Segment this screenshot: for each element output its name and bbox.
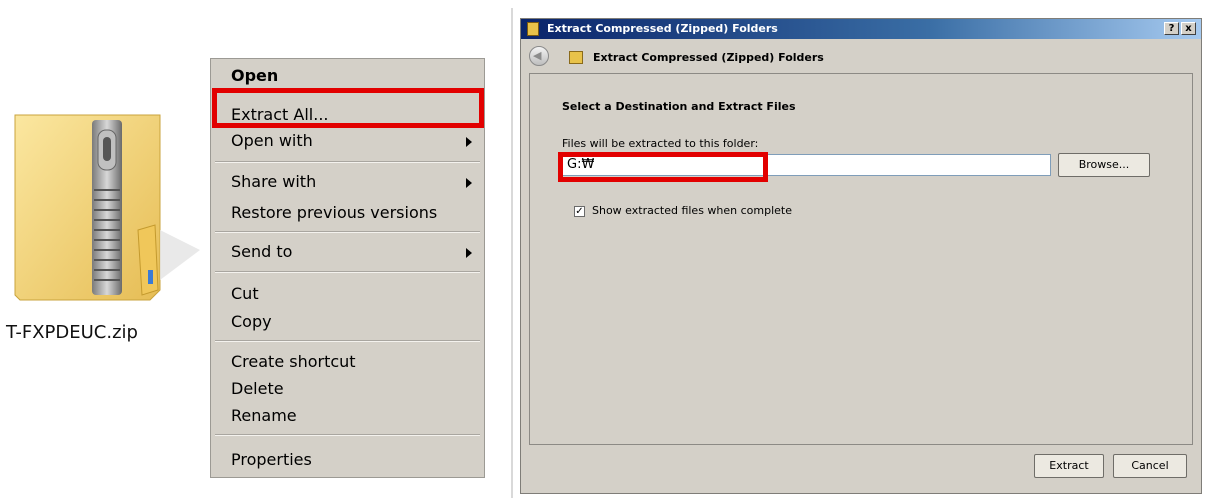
menu-item-cut[interactable]: Cut [211, 282, 484, 306]
menu-item-open[interactable]: Open [211, 64, 484, 88]
highlight-box-path [558, 152, 768, 182]
menu-item-label: Properties [231, 450, 312, 469]
menu-item-rename[interactable]: Rename [211, 404, 484, 428]
back-button[interactable]: ◀ [529, 46, 549, 66]
zip-folder-icon [14, 114, 200, 301]
menu-separator [215, 340, 480, 342]
file-name-label: T-FXPDEUC.zip [6, 322, 138, 343]
dialog-navbar: ◀ Extract Compressed (Zipped) Folders [521, 39, 1201, 73]
wizard-title: Extract Compressed (Zipped) Folders [593, 51, 824, 64]
menu-item-label: Open [231, 66, 279, 85]
submenu-arrow-icon [466, 248, 472, 258]
dialog-titlebar: Extract Compressed (Zipped) Folders ? x [521, 19, 1201, 39]
back-arrow-icon: ◀ [533, 49, 542, 62]
show-files-checkbox[interactable]: ✓ [574, 206, 585, 217]
dialog-title: Extract Compressed (Zipped) Folders [547, 22, 778, 35]
extract-dialog: Extract Compressed (Zipped) Folders ? x … [520, 18, 1202, 494]
menu-item-label: Create shortcut [231, 352, 356, 371]
zip-folder-icon [569, 51, 583, 64]
menu-item-label: Restore previous versions [231, 203, 438, 222]
menu-item-label: Copy [231, 312, 272, 331]
close-button[interactable]: x [1181, 22, 1196, 35]
menu-item-label: Cut [231, 284, 259, 303]
zip-file[interactable] [10, 100, 210, 310]
submenu-arrow-icon [466, 137, 472, 147]
menu-item-label: Send to [231, 242, 293, 261]
menu-item-send-to[interactable]: Send to [211, 240, 484, 264]
destination-label: Files will be extracted to this folder: [562, 137, 759, 150]
submenu-arrow-icon [466, 178, 472, 188]
menu-separator [215, 231, 480, 233]
cancel-button[interactable]: Cancel [1113, 454, 1187, 478]
menu-item-create-shortcut[interactable]: Create shortcut [211, 350, 484, 374]
menu-separator [215, 434, 480, 436]
wizard-content: Select a Destination and Extract Files F… [529, 73, 1193, 445]
menu-item-share-with[interactable]: Share with [211, 170, 484, 194]
menu-item-restore-previous-versions[interactable]: Restore previous versions [211, 201, 484, 225]
panel-divider [511, 8, 513, 498]
show-files-checkbox-label[interactable]: Show extracted files when complete [592, 204, 792, 217]
wizard-heading: Select a Destination and Extract Files [562, 100, 796, 113]
menu-item-label: Share with [231, 172, 317, 191]
menu-item-copy[interactable]: Copy [211, 310, 484, 334]
menu-item-label: Rename [231, 406, 297, 425]
menu-separator [215, 271, 480, 273]
highlight-box-extract-all [212, 88, 484, 128]
menu-item-label: Delete [231, 379, 284, 398]
menu-item-properties[interactable]: Properties [211, 448, 484, 472]
menu-separator [215, 161, 480, 163]
help-button[interactable]: ? [1164, 22, 1179, 35]
browse-button[interactable]: Browse... [1058, 153, 1150, 177]
menu-item-open-with[interactable]: Open with [211, 129, 484, 153]
menu-item-delete[interactable]: Delete [211, 377, 484, 401]
extract-button[interactable]: Extract [1034, 454, 1104, 478]
menu-item-label: Open with [231, 131, 313, 150]
zip-folder-icon [527, 22, 539, 36]
